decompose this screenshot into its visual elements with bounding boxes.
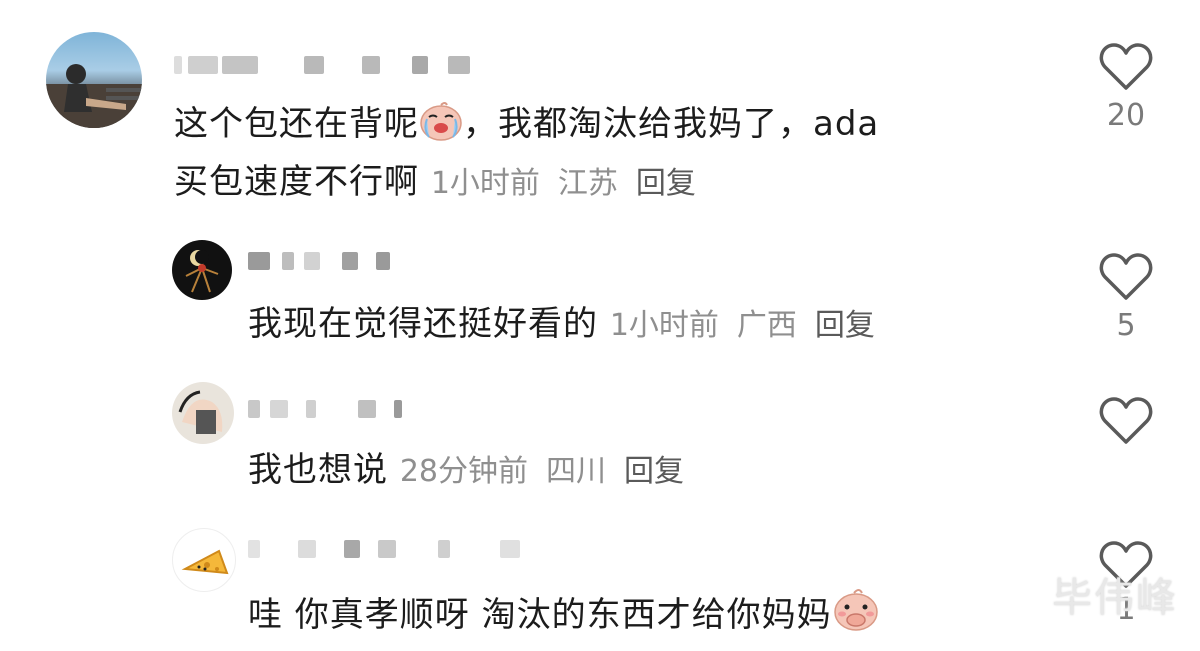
comment-2: 我现在觉得还挺好看的 1小时前 广西 回复 5 xyxy=(0,220,1200,370)
comment-time: 1小时前 xyxy=(430,166,540,201)
comment-meta: 1小时前 广西 回复 xyxy=(610,308,893,343)
like-button[interactable] xyxy=(1086,396,1166,446)
user-avatar[interactable] xyxy=(172,528,236,592)
comment-text: 我也想说 28分钟前 四川 回复 xyxy=(248,444,1068,498)
cheese-avatar-icon xyxy=(181,549,229,575)
comment-location: 广西 xyxy=(736,308,797,343)
user-avatar[interactable] xyxy=(172,240,232,300)
watermark: 毕伟峰 xyxy=(1052,575,1178,621)
comment-text: 这个包还在背呢 ，我都淘汰给我妈了，ada 买包速度不行啊 1小时前 江苏 回复 xyxy=(174,98,1054,210)
like-button[interactable]: 20 xyxy=(1086,42,1166,133)
reply-button[interactable]: 回复 xyxy=(636,166,696,201)
user-avatar[interactable] xyxy=(172,382,234,444)
comment-text: 哇 你真孝顺呀 淘汰的东西才给你妈妈 xyxy=(248,586,1068,647)
like-button[interactable]: 5 xyxy=(1086,252,1166,343)
covering-mouth-emoji-icon xyxy=(832,586,880,647)
avatar-image-icon xyxy=(185,250,219,293)
crying-face-emoji-icon xyxy=(419,101,463,156)
heart-icon xyxy=(1099,397,1153,444)
comment-3: 我也想说 28分钟前 四川 回复 xyxy=(0,370,1200,520)
heart-icon xyxy=(1099,43,1153,90)
avatar-image-icon xyxy=(178,390,223,434)
like-count: 20 xyxy=(1106,98,1146,133)
reply-button[interactable]: 回复 xyxy=(624,454,684,489)
heart-icon xyxy=(1099,253,1153,300)
user-avatar[interactable] xyxy=(46,32,142,128)
comment-text: 我现在觉得还挺好看的 1小时前 广西 回复 xyxy=(248,298,1068,352)
username-blurred[interactable] xyxy=(248,400,408,426)
comment-1: 这个包还在背呢 ，我都淘汰给我妈了，ada 买包速度不行啊 1小时前 江苏 回复 2… xyxy=(0,0,1200,220)
comment-location: 四川 xyxy=(546,454,606,489)
reply-button[interactable]: 回复 xyxy=(815,308,875,343)
comment-4: 哇 你真孝顺呀 淘汰的东西才给你妈妈 1 xyxy=(0,520,1200,651)
avatar-image-icon xyxy=(46,64,142,128)
like-count: 5 xyxy=(1116,308,1136,343)
comment-meta: 28分钟前 四川 回复 xyxy=(400,454,702,489)
username-blurred[interactable] xyxy=(248,540,548,566)
comment-meta: 1小时前 江苏 回复 xyxy=(431,166,714,201)
comment-time: 1小时前 xyxy=(609,308,719,343)
comment-time: 28分钟前 xyxy=(399,454,528,489)
username-blurred[interactable] xyxy=(174,56,474,82)
username-blurred[interactable] xyxy=(248,252,408,278)
comment-location: 江苏 xyxy=(557,166,618,201)
